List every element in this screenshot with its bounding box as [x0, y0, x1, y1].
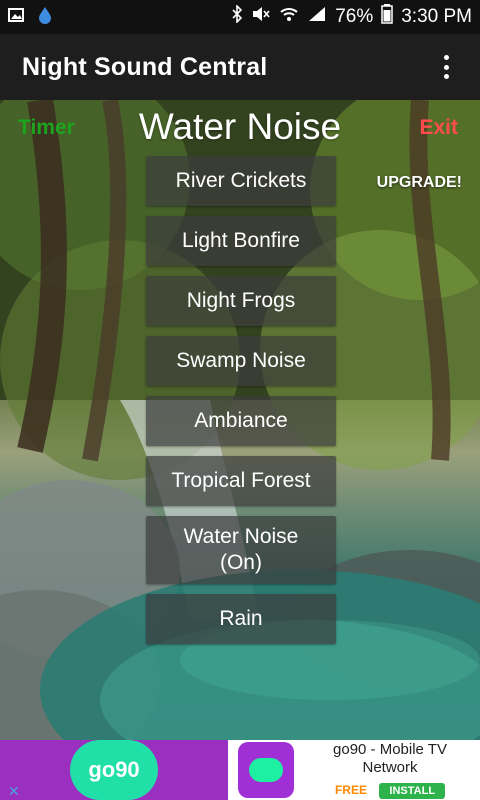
status-right: 76% 3:30 PM	[231, 4, 472, 30]
ad-text: go90 - Mobile TV Network FREE INSTALL	[294, 741, 480, 799]
upgrade-button[interactable]: UPGRADE!	[377, 174, 462, 192]
overflow-menu-icon[interactable]	[434, 52, 458, 82]
close-icon[interactable]: ✕	[8, 784, 22, 798]
current-sound-title: Water Noise	[138, 106, 342, 147]
sound-button-swamp-noise[interactable]: Swamp Noise	[146, 336, 336, 386]
exit-button[interactable]: Exit	[419, 116, 458, 140]
sound-button-light-bonfire[interactable]: Light Bonfire	[146, 216, 336, 266]
wifi-icon	[279, 5, 299, 29]
sound-button-ambiance[interactable]: Ambiance	[146, 396, 336, 446]
ad-title-line1: go90 - Mobile TV	[333, 741, 447, 758]
app-icon	[238, 742, 294, 798]
ad-title-line2: Network	[362, 759, 418, 776]
app-bar: Night Sound Central	[0, 34, 480, 100]
go90-logo: go90	[70, 740, 158, 800]
battery-percent: 76%	[335, 6, 374, 27]
bluetooth-icon	[231, 4, 243, 29]
signal-icon	[307, 5, 327, 29]
sound-button-river-crickets[interactable]: River Crickets	[146, 156, 336, 206]
ad-graphic[interactable]: go90 ✕	[0, 740, 228, 800]
mute-icon	[251, 5, 271, 29]
app-title: Night Sound Central	[22, 52, 268, 81]
water-drop-icon	[38, 6, 52, 29]
image-icon	[8, 7, 24, 27]
status-bar: 76% 3:30 PM	[0, 0, 480, 34]
sound-button-tropical-forest[interactable]: Tropical Forest	[146, 456, 336, 506]
sound-button-night-frogs[interactable]: Night Frogs	[146, 276, 336, 326]
background-scene: Timer Water Noise Exit UPGRADE! River Cr…	[0, 100, 480, 740]
install-button[interactable]: INSTALL	[379, 783, 446, 799]
sound-list: River Crickets Light Bonfire Night Frogs…	[146, 156, 336, 654]
clock: 3:30 PM	[401, 6, 472, 27]
sound-button-rain[interactable]: Rain	[146, 594, 336, 644]
ad-banner[interactable]: go90 ✕ go90 - Mobile TV Network FREE INS…	[0, 740, 480, 800]
sound-button-water-noise-on[interactable]: Water Noise (On)	[146, 516, 336, 584]
status-left	[8, 6, 52, 29]
ad-price: FREE	[334, 783, 367, 797]
battery-icon	[381, 4, 393, 30]
